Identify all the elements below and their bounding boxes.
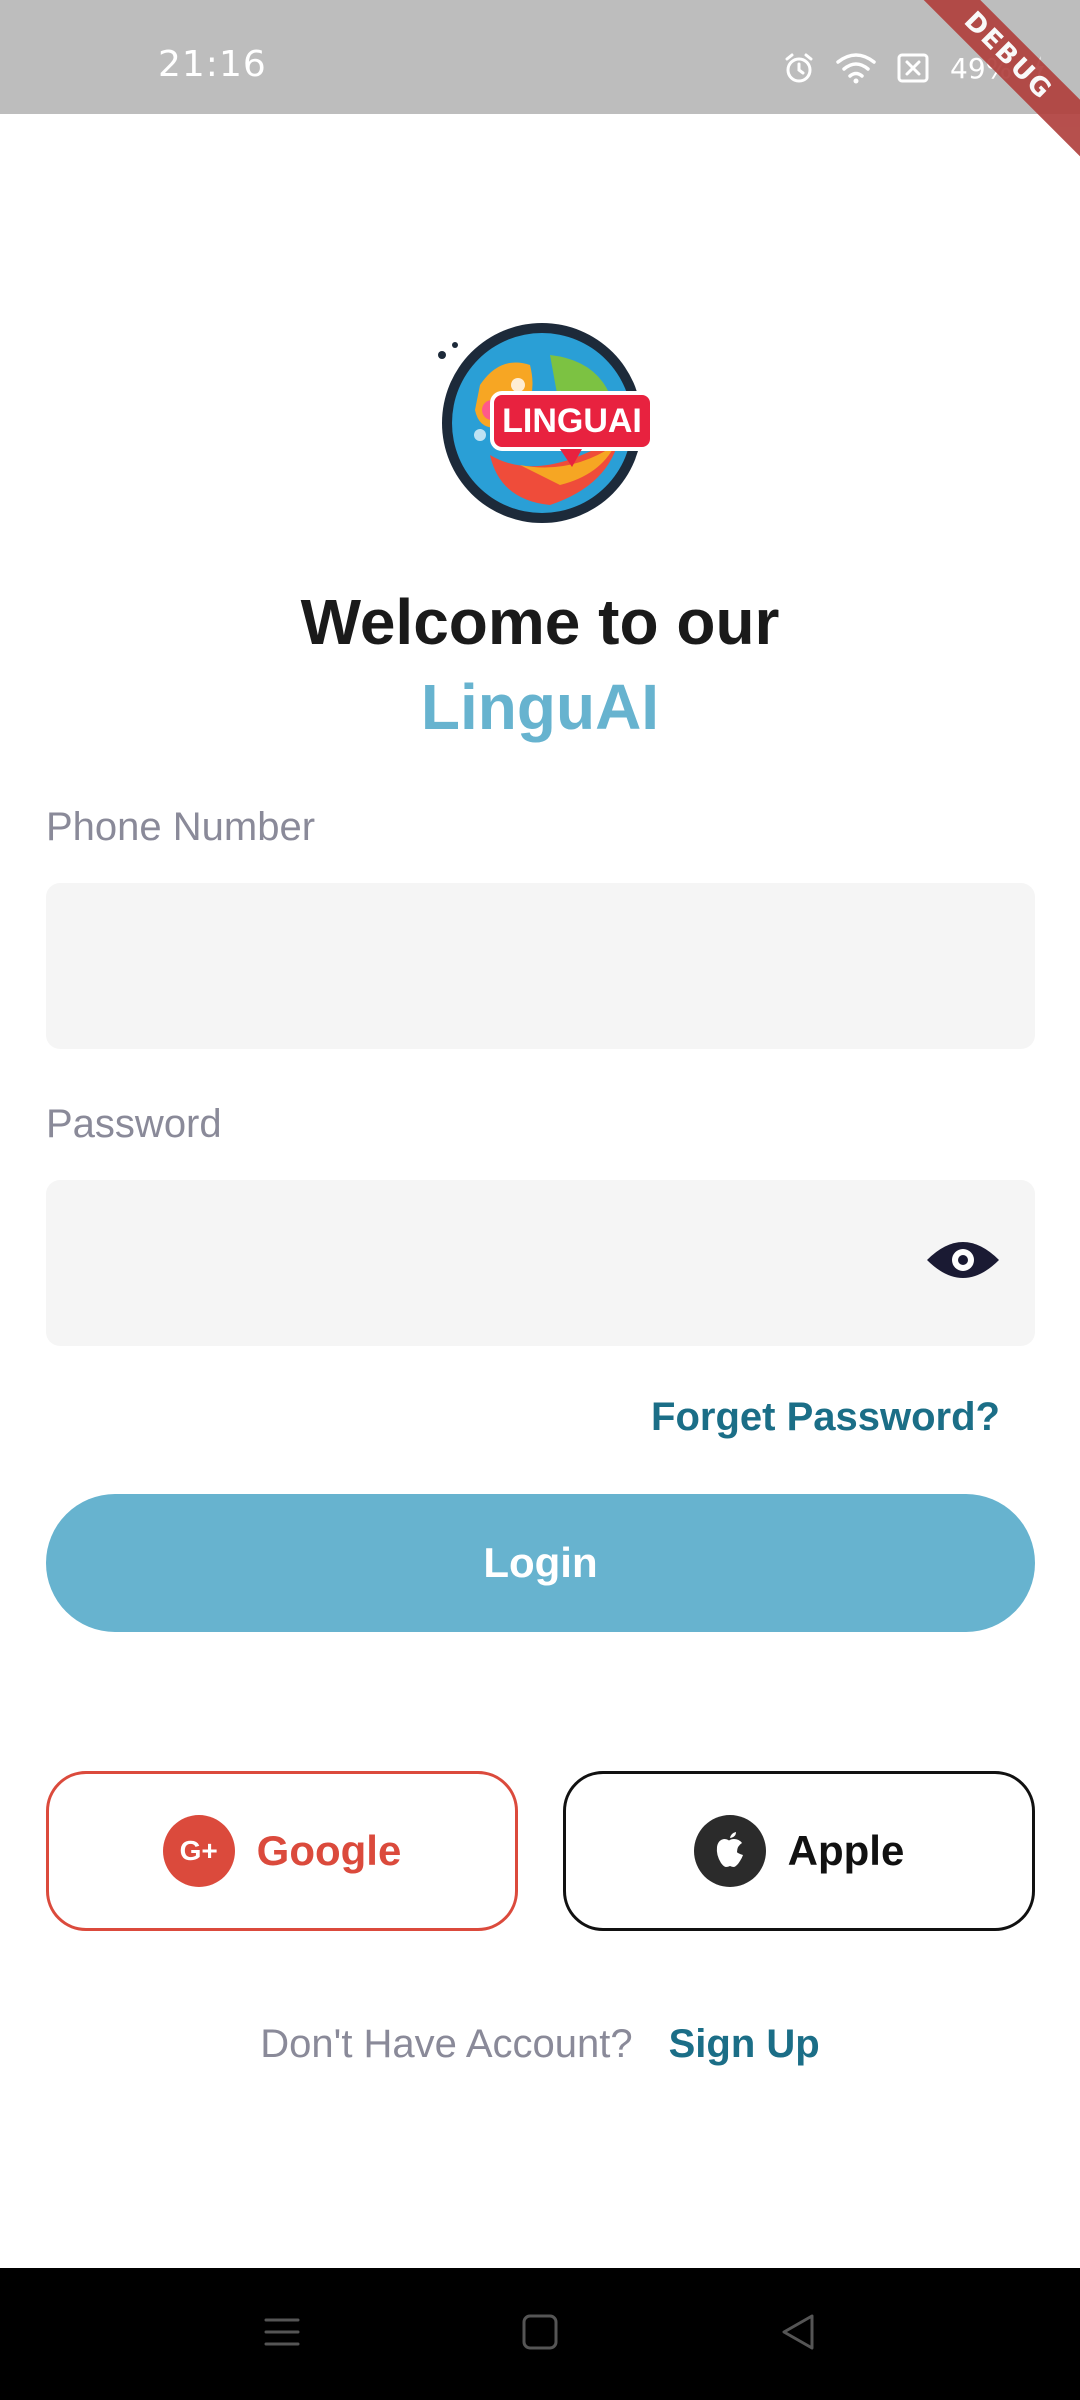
toggle-password-visibility-button[interactable] xyxy=(925,1230,1001,1290)
recent-apps-button[interactable] xyxy=(262,2312,302,2357)
sim-off-icon xyxy=(896,52,930,84)
apple-login-button[interactable]: Apple xyxy=(563,1771,1035,1931)
eye-icon xyxy=(927,1242,999,1278)
phone-label: Phone Number xyxy=(46,805,316,849)
password-input[interactable] xyxy=(46,1180,1035,1346)
signup-row: Don't Have Account? Sign Up xyxy=(0,2022,1080,2067)
back-button[interactable] xyxy=(778,2312,818,2357)
no-account-text: Don't Have Account? xyxy=(260,2022,633,2066)
logo-text: LINGUAI xyxy=(502,402,642,440)
phone-number-input[interactable] xyxy=(46,883,1035,1049)
apple-label: Apple xyxy=(787,1827,905,1874)
back-triangle-icon xyxy=(782,2314,814,2350)
wifi-icon xyxy=(836,52,876,84)
welcome-heading: Welcome to our xyxy=(300,586,780,658)
home-button[interactable] xyxy=(520,2312,560,2357)
google-label: Google xyxy=(256,1827,402,1874)
google-plus-icon: G+ xyxy=(162,1815,235,1887)
sign-up-link[interactable]: Sign Up xyxy=(669,2022,820,2067)
alarm-icon xyxy=(782,51,816,85)
google-login-button[interactable]: G+ Google xyxy=(46,1771,518,1931)
forget-password-link[interactable]: Forget Password? xyxy=(651,1395,1000,1440)
apple-icon xyxy=(693,1815,766,1887)
app-logo: LINGUAI xyxy=(420,315,660,535)
home-square-icon xyxy=(522,2314,558,2350)
brand-name: LinguAI xyxy=(420,671,660,743)
system-nav-bar xyxy=(0,2268,1080,2400)
menu-icon xyxy=(264,2318,300,2346)
status-bar: 21:16 49% xyxy=(0,0,1080,114)
login-button[interactable]: Login xyxy=(46,1494,1035,1632)
password-label: Password xyxy=(46,1102,222,1146)
status-time: 21:16 xyxy=(158,44,267,85)
